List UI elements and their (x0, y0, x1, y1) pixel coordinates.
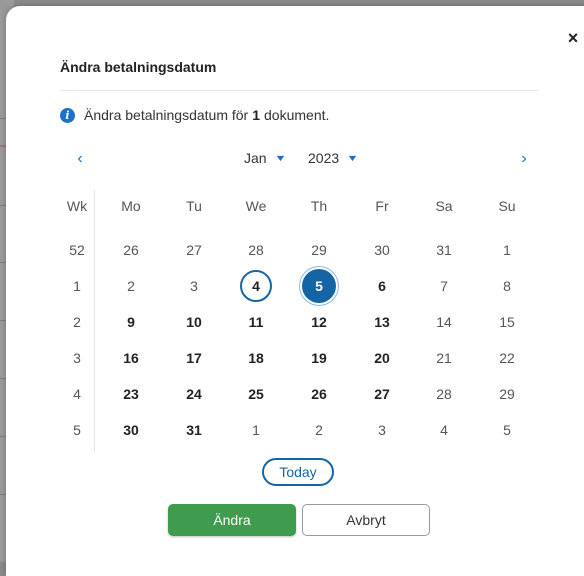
calendar-day[interactable]: 2 (113, 268, 149, 304)
info-text-suffix: dokument. (264, 107, 330, 123)
weekday-header: Wk (66, 198, 88, 214)
month-select[interactable]: Jan ▼ (244, 150, 287, 166)
calendar-day[interactable]: 13 (364, 304, 400, 340)
calendar-day[interactable]: 28 (238, 232, 274, 268)
selected-day[interactable]: 5 (302, 269, 336, 303)
calendar-day[interactable]: 5 (489, 412, 525, 448)
calendar-day[interactable]: 9 (113, 304, 149, 340)
next-month-icon[interactable]: › (516, 151, 532, 167)
calendar-day[interactable]: 20 (364, 340, 400, 376)
calendar-day[interactable]: 4 (426, 412, 462, 448)
weekday-header: Tu (186, 198, 202, 214)
year-select[interactable]: 2023 ▼ (308, 150, 359, 166)
calendar-day[interactable]: 27 (176, 232, 212, 268)
calendar-day[interactable]: 3 (176, 268, 212, 304)
week-number: 5 (73, 422, 81, 438)
info-message: i Ändra betalningsdatum för 1 dokument. (60, 107, 329, 123)
calendar-day[interactable]: 16 (113, 340, 149, 376)
calendar-day[interactable]: 28 (426, 376, 462, 412)
weekday-header: We (245, 198, 267, 214)
calendar-day[interactable]: 23 (113, 376, 149, 412)
calendar-day[interactable]: 25 (238, 376, 274, 412)
calendar-day[interactable]: 12 (301, 304, 337, 340)
dialog-title: Ändra betalningsdatum (60, 59, 217, 75)
weekday-header: Sa (435, 198, 453, 214)
month-value: Jan (244, 150, 267, 166)
calendar-day[interactable]: 2 (301, 412, 337, 448)
title-divider (60, 90, 538, 91)
calendar-day[interactable]: 21 (426, 340, 462, 376)
calendar-day[interactable]: 29 (489, 376, 525, 412)
chevron-down-icon: ▼ (273, 153, 287, 163)
calendar-day[interactable]: 27 (364, 376, 400, 412)
calendar-day[interactable]: 3 (364, 412, 400, 448)
cancel-button[interactable]: Avbryt (302, 504, 430, 536)
today-day[interactable]: 4 (240, 270, 272, 302)
calendar-day[interactable]: 26 (301, 376, 337, 412)
calendar-day[interactable]: 31 (176, 412, 212, 448)
week-number: 1 (73, 278, 81, 294)
info-text-prefix: Ändra betalningsdatum för (84, 107, 249, 123)
calendar-day[interactable]: 31 (426, 232, 462, 268)
calendar-day[interactable]: 30 (113, 412, 149, 448)
calendar-day[interactable]: 1 (238, 412, 274, 448)
week-number: 3 (73, 350, 81, 366)
calendar-day[interactable]: 10 (176, 304, 212, 340)
calendar-day[interactable]: 6 (364, 268, 400, 304)
weekday-header: Fr (375, 198, 389, 214)
calendar-day[interactable]: 30 (364, 232, 400, 268)
week-number: 4 (73, 386, 81, 402)
weekday-header: Mo (121, 198, 141, 214)
close-icon[interactable]: × (563, 28, 583, 48)
previous-month-icon[interactable]: ‹ (72, 151, 88, 167)
calendar-day[interactable]: 29 (301, 232, 337, 268)
calendar-day[interactable]: 17 (176, 340, 212, 376)
calendar-day[interactable]: 1 (489, 232, 525, 268)
calendar-day[interactable]: 8 (489, 268, 525, 304)
weekday-header: Su (498, 198, 516, 214)
calendar-day[interactable]: 18 (238, 340, 274, 376)
calendar-day[interactable]: 11 (238, 304, 274, 340)
week-number: 52 (69, 242, 85, 258)
calendar-day[interactable]: 7 (426, 268, 462, 304)
calendar-day[interactable]: 24 (176, 376, 212, 412)
year-value: 2023 (308, 150, 340, 166)
calendar-day[interactable]: 26 (113, 232, 149, 268)
calendar-day[interactable]: 15 (489, 304, 525, 340)
info-icon: i (60, 107, 75, 123)
info-count: 1 (252, 107, 261, 123)
today-button[interactable]: Today (262, 458, 334, 486)
calendar-day[interactable]: 19 (301, 340, 337, 376)
calendar-day[interactable]: 14 (426, 304, 462, 340)
confirm-button[interactable]: Ändra (168, 504, 296, 536)
chevron-down-icon: ▼ (346, 153, 359, 163)
calendar-day[interactable]: 22 (489, 340, 525, 376)
week-number: 2 (73, 314, 81, 330)
weekday-header: Th (310, 198, 328, 214)
